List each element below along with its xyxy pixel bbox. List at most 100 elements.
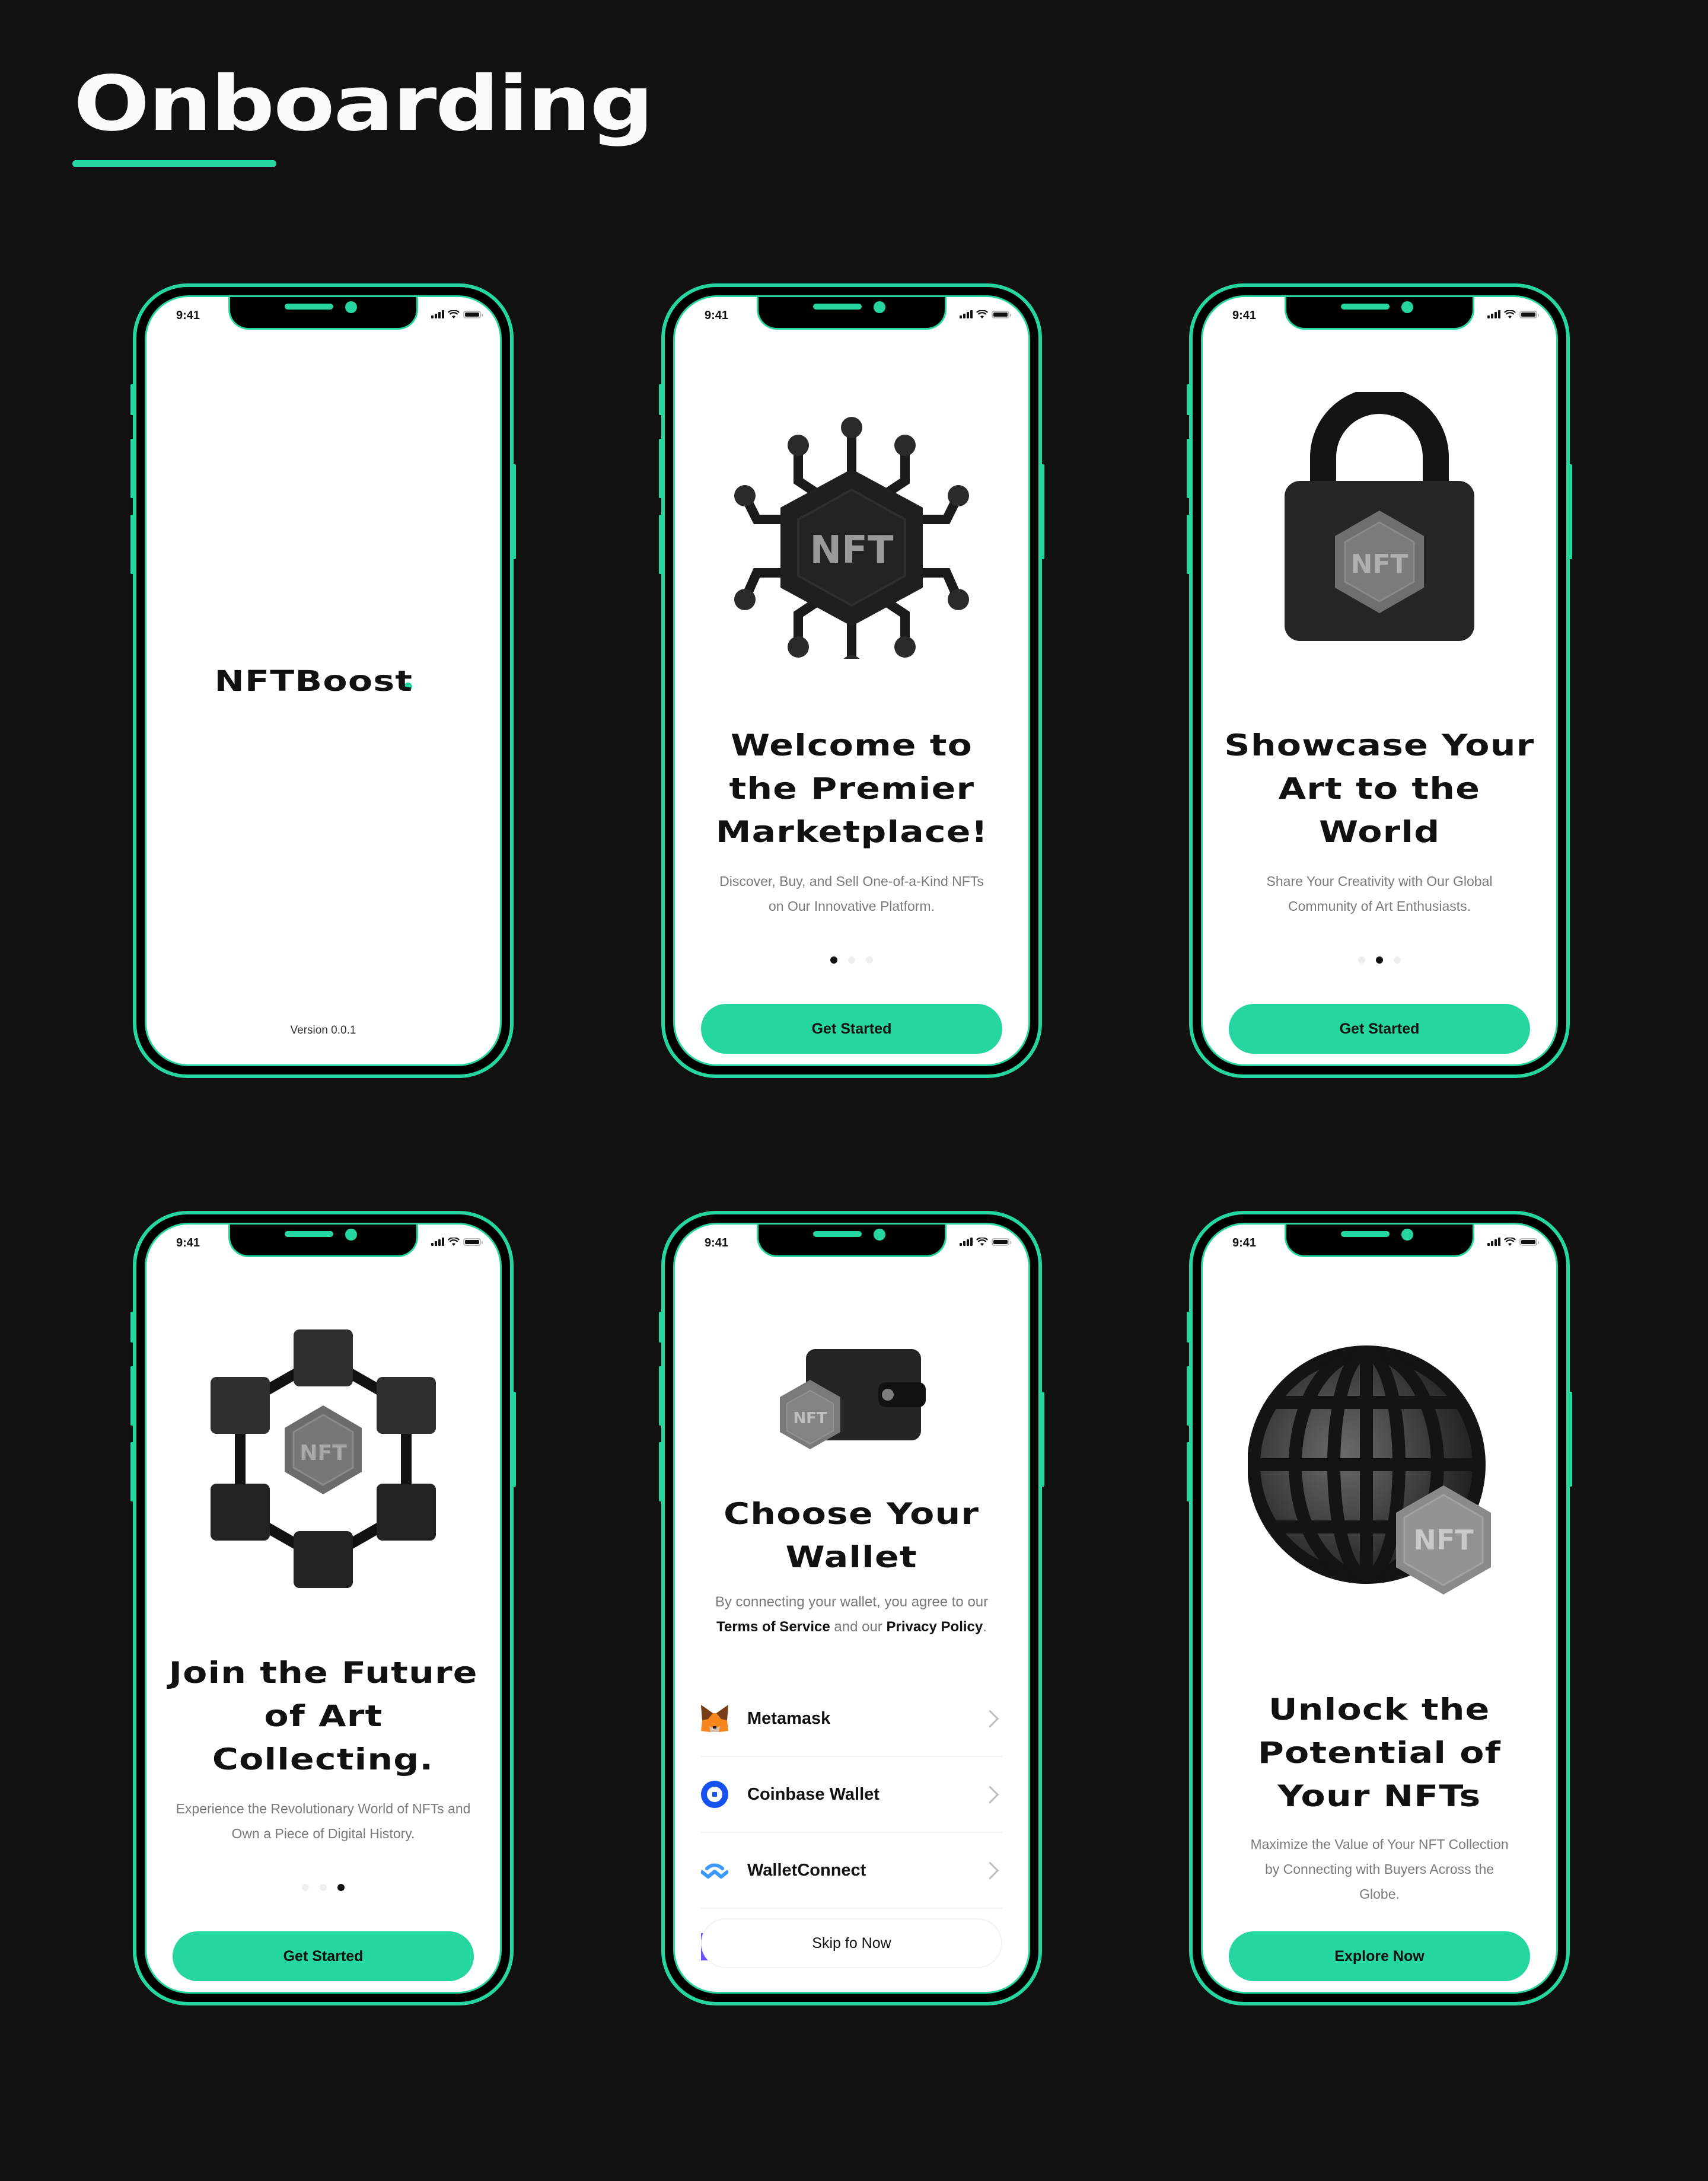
battery-icon (1519, 310, 1539, 318)
battery-icon (992, 1238, 1011, 1246)
title-underline (72, 160, 276, 167)
onboarding-description: Discover, Buy, and Sell One-of-a-Kind NF… (719, 873, 984, 914)
page-dot-1[interactable] (830, 956, 837, 964)
notch (228, 297, 418, 330)
speaker (285, 304, 333, 310)
onboarding-title: Unlock the Potential of Your NFTs (1257, 1692, 1502, 1813)
onboarding-title: Join the Future of Art Collecting. (168, 1656, 478, 1777)
chevron-right-icon (981, 1861, 999, 1879)
nft-badge-text: NFT (1351, 549, 1409, 579)
wifi-icon (448, 1238, 460, 1246)
signal-icon (960, 310, 973, 318)
page-dot-2[interactable] (320, 1884, 327, 1891)
terms-middle: and our (834, 1619, 882, 1635)
phone-welcome: 9:41 NFT Welcome to the Premier Marketpl… (659, 283, 1044, 1078)
onboarding-title: Showcase Your Art to the World (1224, 728, 1535, 849)
status-time: 9:41 (705, 1236, 729, 1249)
onboarding-description: Maximize the Value of Your NFT Collectio… (1250, 1836, 1509, 1902)
screen-splash: 9:41 NFTBoost Version 0.0.1 (145, 295, 502, 1066)
page-dot-1[interactable] (1358, 956, 1365, 964)
page-dot-3[interactable] (337, 1884, 345, 1891)
notch (228, 1225, 418, 1257)
battery-icon (992, 310, 1011, 318)
wifi-icon (976, 310, 988, 318)
screen-join: 9:41 NFT Join the Future of Art Collecti… (145, 1223, 502, 1994)
screen-unlock: 9:41 NFT Unlock the Potential of Your NF… (1201, 1223, 1558, 1994)
wallet-option-coinbase[interactable]: Coinbase Wallet (701, 1757, 1002, 1833)
screen-wallet: 9:41 NFT Choose Your Wallet By connectin… (673, 1223, 1030, 1994)
signal-icon (431, 310, 444, 318)
nft-padlock-illustration: NFT (1285, 392, 1474, 641)
nft-globe-illustration: NFT (1248, 1345, 1492, 1595)
notch (1285, 297, 1474, 330)
explore-now-button[interactable]: Explore Now (1229, 1931, 1530, 1981)
nft-badge-text: NFT (1413, 1524, 1474, 1556)
nft-badge-text: NFT (299, 1441, 347, 1465)
notch (757, 297, 947, 330)
terms-prefix: By connecting your wallet, you agree to … (715, 1594, 989, 1610)
get-started-button[interactable]: Get Started (173, 1931, 474, 1981)
signal-icon (1487, 1238, 1500, 1246)
phone-showcase: 9:41 NFT Showcase Your Art to the World … (1187, 283, 1572, 1078)
status-icons (960, 310, 1011, 318)
wifi-icon (448, 310, 460, 318)
onboarding-description: Experience the Revolutionary World of NF… (176, 1801, 471, 1841)
privacy-policy-link[interactable]: Privacy Policy (886, 1619, 983, 1635)
wallet-name: Metamask (747, 1708, 831, 1728)
phone-wallet: 9:41 NFT Choose Your Wallet By connectin… (659, 1211, 1044, 2005)
version-label: Version 0.0.1 (290, 1024, 356, 1037)
nft-badge-text: NFT (793, 1410, 827, 1427)
screen-welcome: 9:41 NFT Welcome to the Premier Marketpl… (673, 295, 1030, 1066)
notch (1285, 1225, 1474, 1257)
skip-for-now-button[interactable]: Skip fo Now (701, 1918, 1002, 1968)
status-icons (960, 1238, 1011, 1246)
brand-name: NFTBoost (214, 665, 413, 698)
page-dot-3[interactable] (866, 956, 873, 964)
status-time: 9:41 (1232, 1236, 1257, 1249)
wifi-icon (1504, 310, 1516, 318)
status-time: 9:41 (176, 309, 200, 322)
terms-notice: By connecting your wallet, you agree to … (693, 1590, 1011, 1640)
page-dot-1[interactable] (302, 1884, 309, 1891)
page-indicator (830, 956, 873, 964)
screen-showcase: 9:41 NFT Showcase Your Art to the World … (1201, 295, 1558, 1066)
wifi-icon (976, 1238, 988, 1246)
page-dot-2[interactable] (1376, 956, 1383, 964)
terms-of-service-link[interactable]: Terms of Service (716, 1619, 830, 1635)
chevron-right-icon (981, 1710, 999, 1727)
signal-icon (431, 1238, 444, 1246)
status-icons (431, 310, 483, 318)
status-icons (431, 1238, 483, 1246)
status-time: 9:41 (1232, 309, 1257, 322)
phone-join: 9:41 NFT Join the Future of Art Collecti… (130, 1211, 516, 2005)
phone-splash: 9:41 NFTBoost Version 0.0.1 (130, 283, 516, 1078)
nft-blockchain-illustration: NFT (211, 1329, 436, 1588)
page-dot-3[interactable] (1394, 956, 1401, 964)
onboarding-description: Share Your Creativity with Our Global Co… (1266, 873, 1493, 914)
page-dot-2[interactable] (848, 956, 855, 964)
get-started-button[interactable]: Get Started (1229, 1004, 1530, 1054)
chevron-right-icon (981, 1785, 999, 1803)
wallet-name: WalletConnect (747, 1860, 866, 1880)
status-icons (1487, 310, 1539, 318)
wifi-icon (1504, 1238, 1516, 1246)
nft-circuit-illustration: NFT (734, 417, 969, 659)
page-title: Onboarding (74, 60, 654, 148)
notch (757, 1225, 947, 1257)
get-started-button[interactable]: Get Started (701, 1004, 1002, 1054)
page-indicator (1358, 956, 1401, 964)
battery-icon (463, 1238, 483, 1246)
metamask-fox-icon (701, 1705, 728, 1732)
brand-logo: NFTBoost (146, 665, 500, 698)
wallet-option-metamask[interactable]: Metamask (701, 1681, 1002, 1757)
camera (345, 301, 357, 313)
status-time: 9:41 (705, 309, 729, 322)
status-time: 9:41 (176, 1236, 200, 1249)
wallet-name: Coinbase Wallet (747, 1784, 880, 1804)
wallet-option-walletconnect[interactable]: WalletConnect (701, 1833, 1002, 1909)
terms-suffix: . (983, 1619, 987, 1635)
battery-icon (463, 310, 483, 318)
page-indicator (302, 1884, 345, 1891)
walletconnect-icon (701, 1863, 728, 1879)
battery-icon (1519, 1238, 1539, 1246)
